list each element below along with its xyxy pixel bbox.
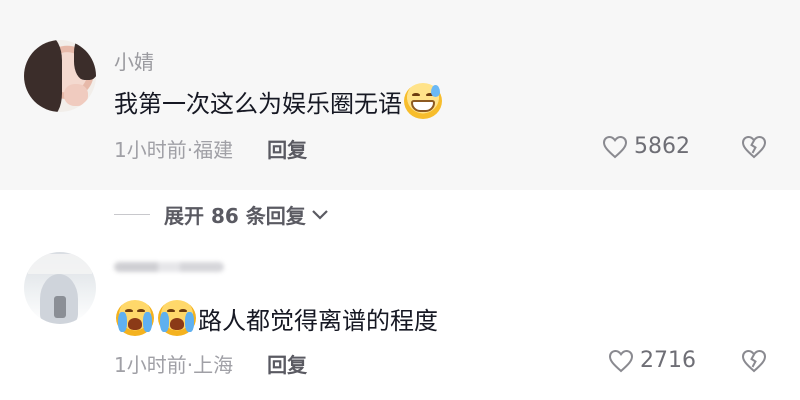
avatar[interactable] xyxy=(24,40,96,112)
reply-button[interactable]: 回复 xyxy=(267,349,307,378)
loudly-crying-emoji xyxy=(158,300,196,336)
heart-icon xyxy=(602,135,628,158)
like-button[interactable]: 5862 xyxy=(602,134,690,159)
loudly-crying-emoji xyxy=(116,300,154,336)
broken-heart-icon xyxy=(741,135,767,159)
comment-text: 路人都觉得离谱的程度 xyxy=(114,298,438,338)
comment-time-location: 1小时前·福建 xyxy=(114,138,234,162)
reply-button[interactable]: 回复 xyxy=(267,134,307,163)
dislike-button[interactable] xyxy=(740,134,768,164)
like-count: 5862 xyxy=(634,134,690,159)
dislike-button[interactable] xyxy=(740,348,768,378)
like-button[interactable]: 2716 xyxy=(608,348,696,373)
divider-line xyxy=(114,214,150,215)
comment-time-location: 1小时前·上海 xyxy=(114,353,234,377)
expand-replies-button[interactable]: 展开 86 条回复 xyxy=(114,200,330,229)
comment-text: 我第一次这么为娱乐圈无语 xyxy=(114,83,444,119)
broken-heart-icon xyxy=(741,349,767,373)
comment-meta: 1小时前·上海 回复 xyxy=(114,349,307,378)
comment-text-body: 路人都觉得离谱的程度 xyxy=(198,306,438,335)
heart-icon xyxy=(608,349,634,372)
expand-replies-label: 展开 86 条回复 xyxy=(164,204,306,228)
comment-list: 小婧 我第一次这么为娱乐圈无语 1小时前·福建 回复 5862 展开 86 条回… xyxy=(0,0,800,400)
chevron-down-icon xyxy=(311,209,328,220)
grinning-sweat-emoji xyxy=(404,83,442,119)
comment-username[interactable]: 小婧 xyxy=(114,46,154,75)
like-count: 2716 xyxy=(640,348,696,373)
comment-text-body: 我第一次这么为娱乐圈无语 xyxy=(114,89,402,118)
comment-meta: 1小时前·福建 回复 xyxy=(114,134,307,163)
avatar[interactable] xyxy=(24,252,96,324)
comment-username-obscured[interactable] xyxy=(114,262,224,276)
